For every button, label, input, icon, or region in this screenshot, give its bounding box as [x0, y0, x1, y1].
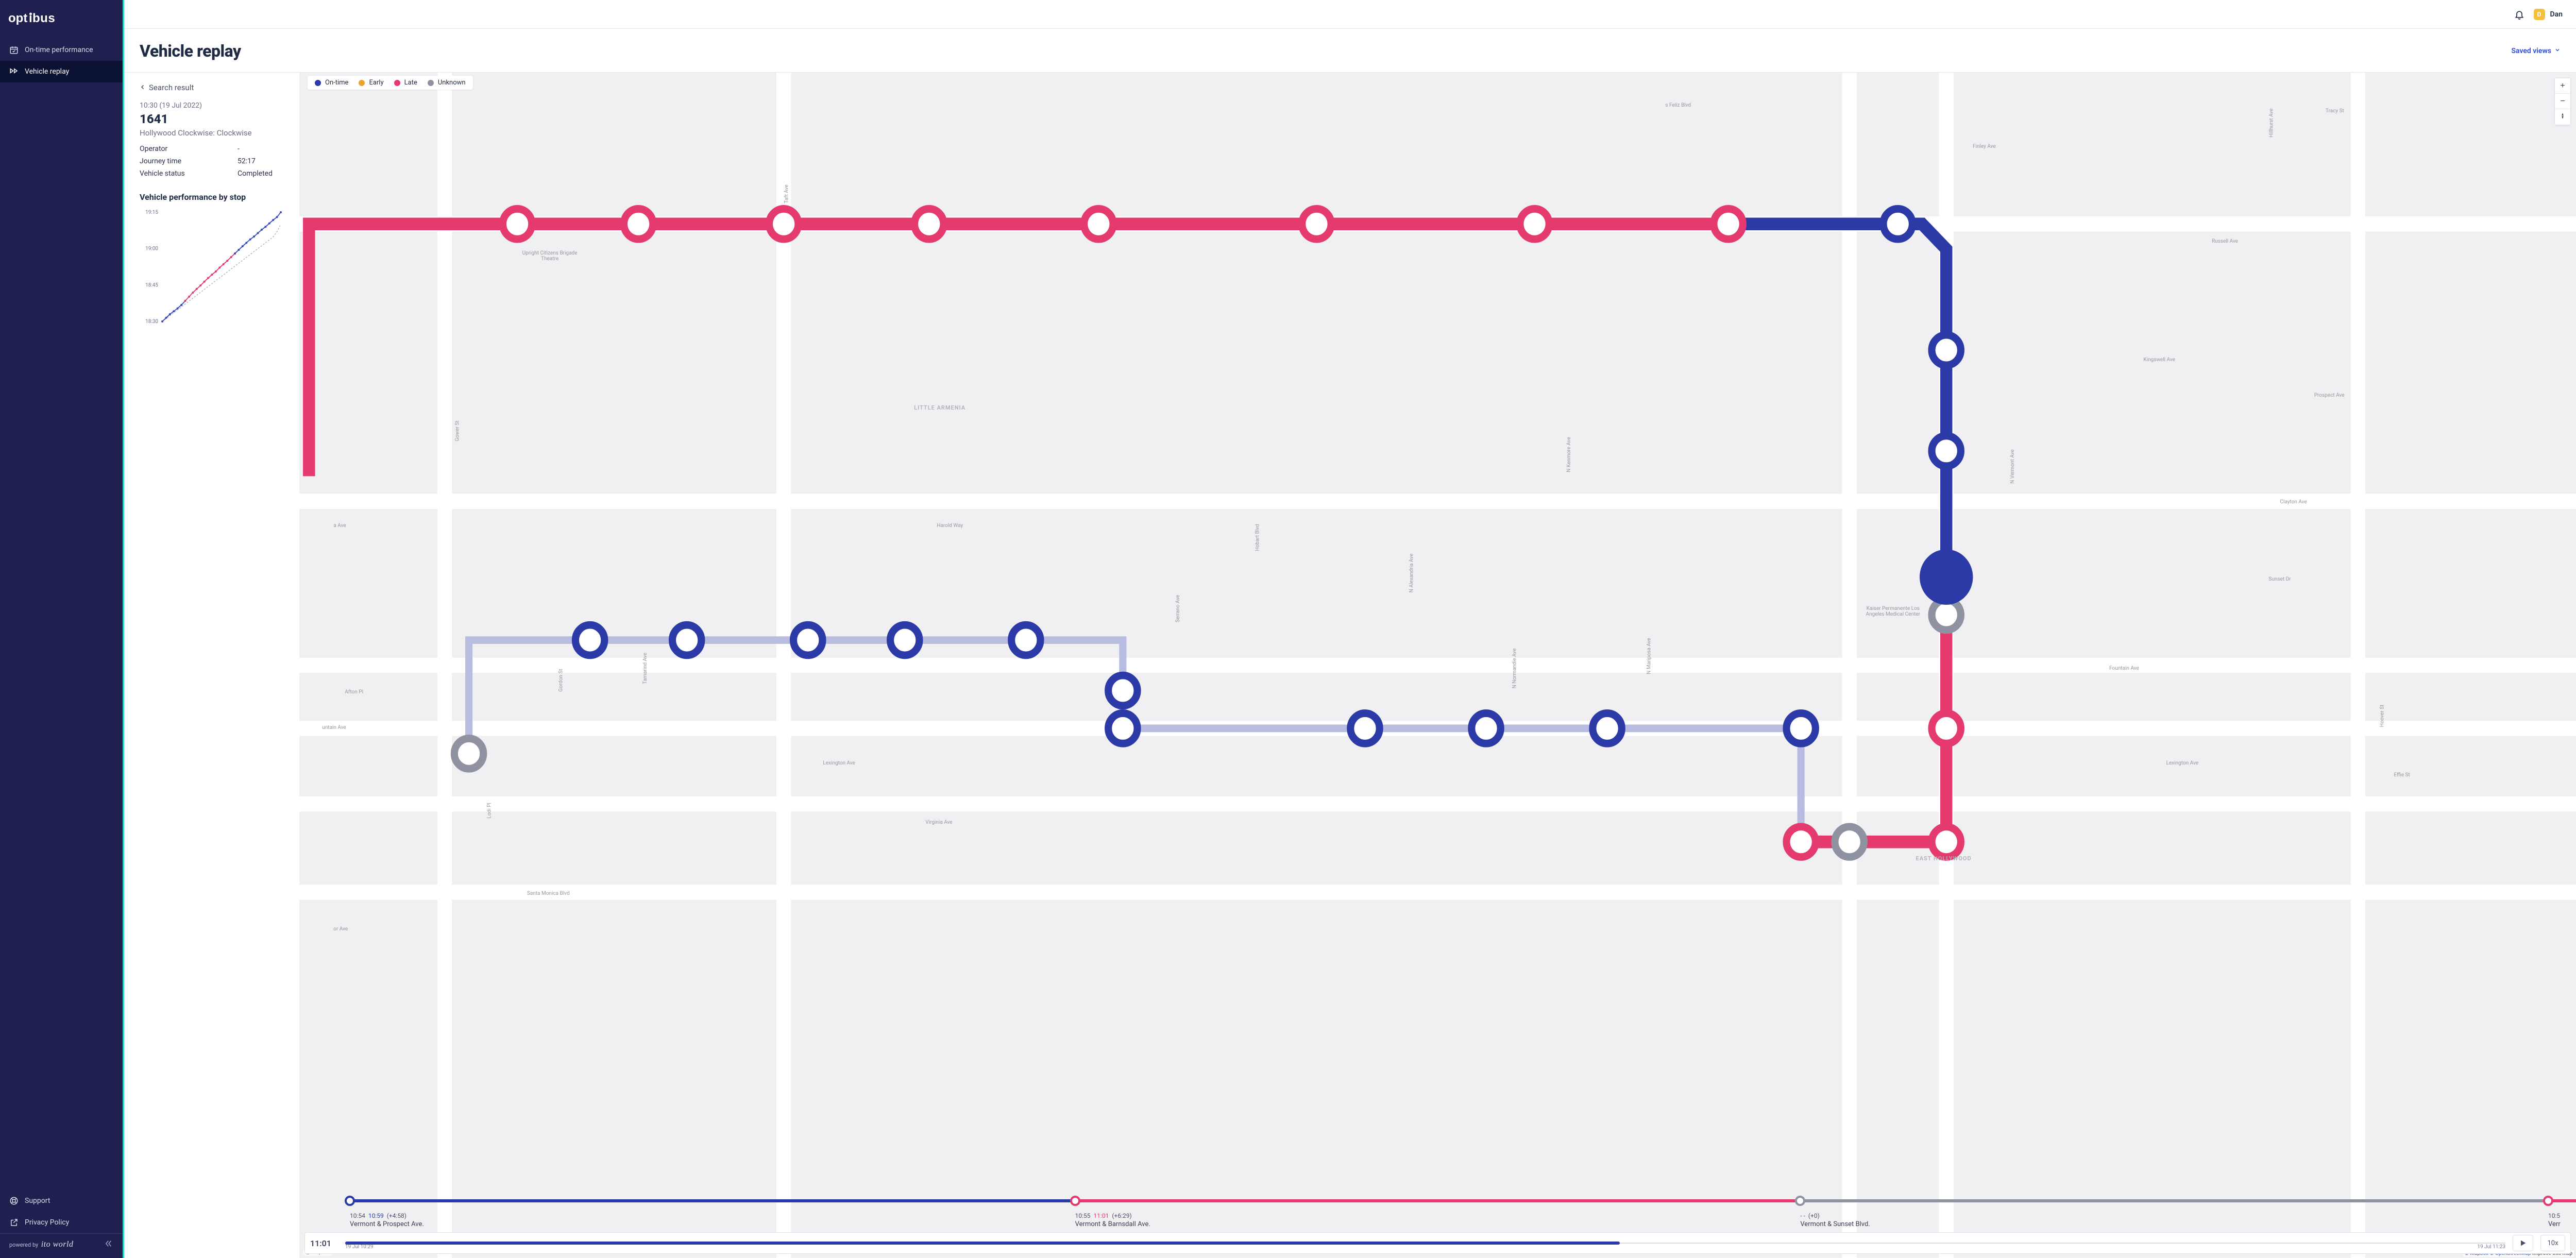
timeline-stop: - -(+0)Vermont & Sunset Blvd. — [1800, 1212, 2548, 1228]
topbar: D Dan — [124, 0, 2576, 29]
info-value: 52:17 — [238, 157, 256, 165]
playback-speed[interactable]: 10x — [2540, 1235, 2565, 1251]
legend-item-ontime: On-time — [315, 79, 348, 87]
svg-text:19:00: 19:00 — [145, 246, 158, 252]
performance-chart: 18:30 18:45 19:00 19:15 — [140, 208, 284, 327]
vehicle-id: 1641 — [140, 112, 284, 126]
legend-label: On-time — [325, 79, 348, 87]
page-header: Vehicle replay Saved views — [124, 29, 2576, 73]
svg-text:bus: bus — [32, 11, 55, 25]
legend-dot-icon — [394, 80, 400, 86]
saved-views-dropdown[interactable]: Saved views — [2512, 47, 2561, 55]
svg-text:18:45: 18:45 — [145, 282, 158, 288]
timeline: 10:5410:59(+4:58)Vermont & Prospect Ave.… — [304, 1195, 2571, 1228]
perf-section-title: Vehicle performance by stop — [140, 192, 284, 202]
powered-by: powered by ito world — [0, 1233, 123, 1258]
brand-logo: optibus — [0, 0, 123, 39]
lifebuoy-icon — [9, 1196, 19, 1205]
route-description: Hollywood Clockwise: Clockwise — [140, 128, 284, 138]
legend-label: Early — [369, 79, 383, 87]
calendar-check-icon — [9, 45, 19, 55]
page-title: Vehicle replay — [140, 41, 241, 61]
timeline-stops: 10:5410:59(+4:58)Vermont & Prospect Ave.… — [304, 1212, 2571, 1228]
avatar: D — [2534, 9, 2545, 20]
sidebar-collapse-button[interactable] — [104, 1239, 113, 1250]
map-legend: On-time Early Late Unknown — [308, 76, 473, 90]
svg-text:19:15: 19:15 — [145, 210, 158, 215]
back-button[interactable]: Search result — [140, 83, 284, 92]
map[interactable]: Tracy Sts Feliz BlvdFinley AveHillhurst … — [299, 73, 2576, 1258]
playback-current-time: 11:01 — [310, 1238, 338, 1248]
legend-dot-icon — [359, 80, 365, 86]
timeline-track[interactable] — [304, 1195, 2571, 1207]
timeline-stop-node[interactable] — [345, 1196, 355, 1206]
info-row-journey-time: Journey time52:17 — [140, 157, 284, 165]
sidebar-item-vehicle-replay[interactable]: Vehicle replay — [0, 61, 123, 82]
user-menu[interactable]: D Dan — [2534, 9, 2563, 20]
legend-label: Unknown — [438, 79, 466, 87]
sidebar-item-label: On-time performance — [25, 46, 93, 54]
timeline-stop: 10:5Verr — [2548, 1212, 2571, 1228]
content: Search result 10:30 (19 Jul 2022) 1641 H… — [124, 73, 2576, 1258]
map-zoom-controls: + − — [2554, 78, 2571, 125]
info-key: Journey time — [140, 157, 238, 165]
powered-prefix: powered by — [9, 1242, 38, 1248]
zoom-out-button[interactable]: − — [2555, 94, 2570, 109]
play-button[interactable] — [2513, 1235, 2533, 1251]
playback-range-start: 19 Jul 10:29 — [345, 1244, 374, 1250]
sidebar-nav: On-time performance Vehicle replay — [0, 39, 123, 82]
info-key: Operator — [140, 145, 238, 153]
info-value: - — [238, 145, 240, 153]
info-key: Vehicle status — [140, 169, 238, 178]
playback-bar: 11:01 19 Jul 10:29 19 Jul 11:23 10x — [304, 1232, 2571, 1254]
timeline-stop-node[interactable] — [1795, 1196, 1805, 1206]
support-label: Support — [25, 1197, 50, 1205]
playback-slider[interactable]: 19 Jul 10:29 19 Jul 11:23 — [345, 1238, 2505, 1248]
support-link[interactable]: Support — [0, 1190, 123, 1212]
detail-panel: Search result 10:30 (19 Jul 2022) 1641 H… — [124, 73, 299, 1258]
external-link-icon — [9, 1218, 19, 1227]
privacy-label: Privacy Policy — [25, 1218, 69, 1227]
playback-range-end: 19 Jul 11:23 — [2477, 1244, 2505, 1250]
sidebar: optibus On-time performance Vehicle repl… — [0, 0, 124, 1258]
legend-dot-icon — [428, 80, 434, 86]
legend-dot-icon — [315, 80, 321, 86]
chevron-down-icon — [2554, 47, 2561, 55]
chevron-left-icon — [140, 83, 146, 92]
privacy-link[interactable]: Privacy Policy — [0, 1212, 123, 1233]
timeline-stop: 10:5511:01(+6:29)Vermont & Barnsdall Ave… — [1075, 1212, 1801, 1228]
info-row-operator: Operator- — [140, 145, 284, 153]
back-label: Search result — [149, 83, 194, 92]
legend-label: Late — [404, 79, 417, 87]
svg-text:18:30: 18:30 — [145, 319, 158, 325]
timeline-stop: 10:5410:59(+4:58)Vermont & Prospect Ave. — [350, 1212, 1075, 1228]
info-value: Completed — [238, 169, 273, 178]
powered-brand: ito world — [41, 1240, 74, 1249]
user-name: Dan — [2550, 10, 2563, 19]
sidebar-item-on-time-performance[interactable]: On-time performance — [0, 39, 123, 61]
info-row-vehicle-status: Vehicle statusCompleted — [140, 169, 284, 178]
timeline-stop-node[interactable] — [2543, 1196, 2553, 1206]
trip-timestamp: 10:30 (19 Jul 2022) — [140, 101, 284, 110]
legend-item-unknown: Unknown — [428, 79, 466, 87]
saved-views-label: Saved views — [2512, 47, 2552, 55]
replay-icon — [9, 67, 19, 76]
legend-item-late: Late — [394, 79, 417, 87]
main: D Dan Vehicle replay Saved views Search … — [124, 0, 2576, 1258]
timeline-stop-node[interactable] — [1070, 1196, 1080, 1206]
zoom-in-button[interactable]: + — [2555, 78, 2570, 94]
notifications-button[interactable] — [2514, 9, 2524, 20]
svg-text:opt: opt — [8, 11, 27, 25]
sidebar-footer: Support Privacy Policy — [0, 1190, 123, 1233]
reset-bearing-button[interactable] — [2555, 109, 2570, 125]
legend-item-early: Early — [359, 79, 383, 87]
sidebar-item-label: Vehicle replay — [25, 67, 69, 76]
